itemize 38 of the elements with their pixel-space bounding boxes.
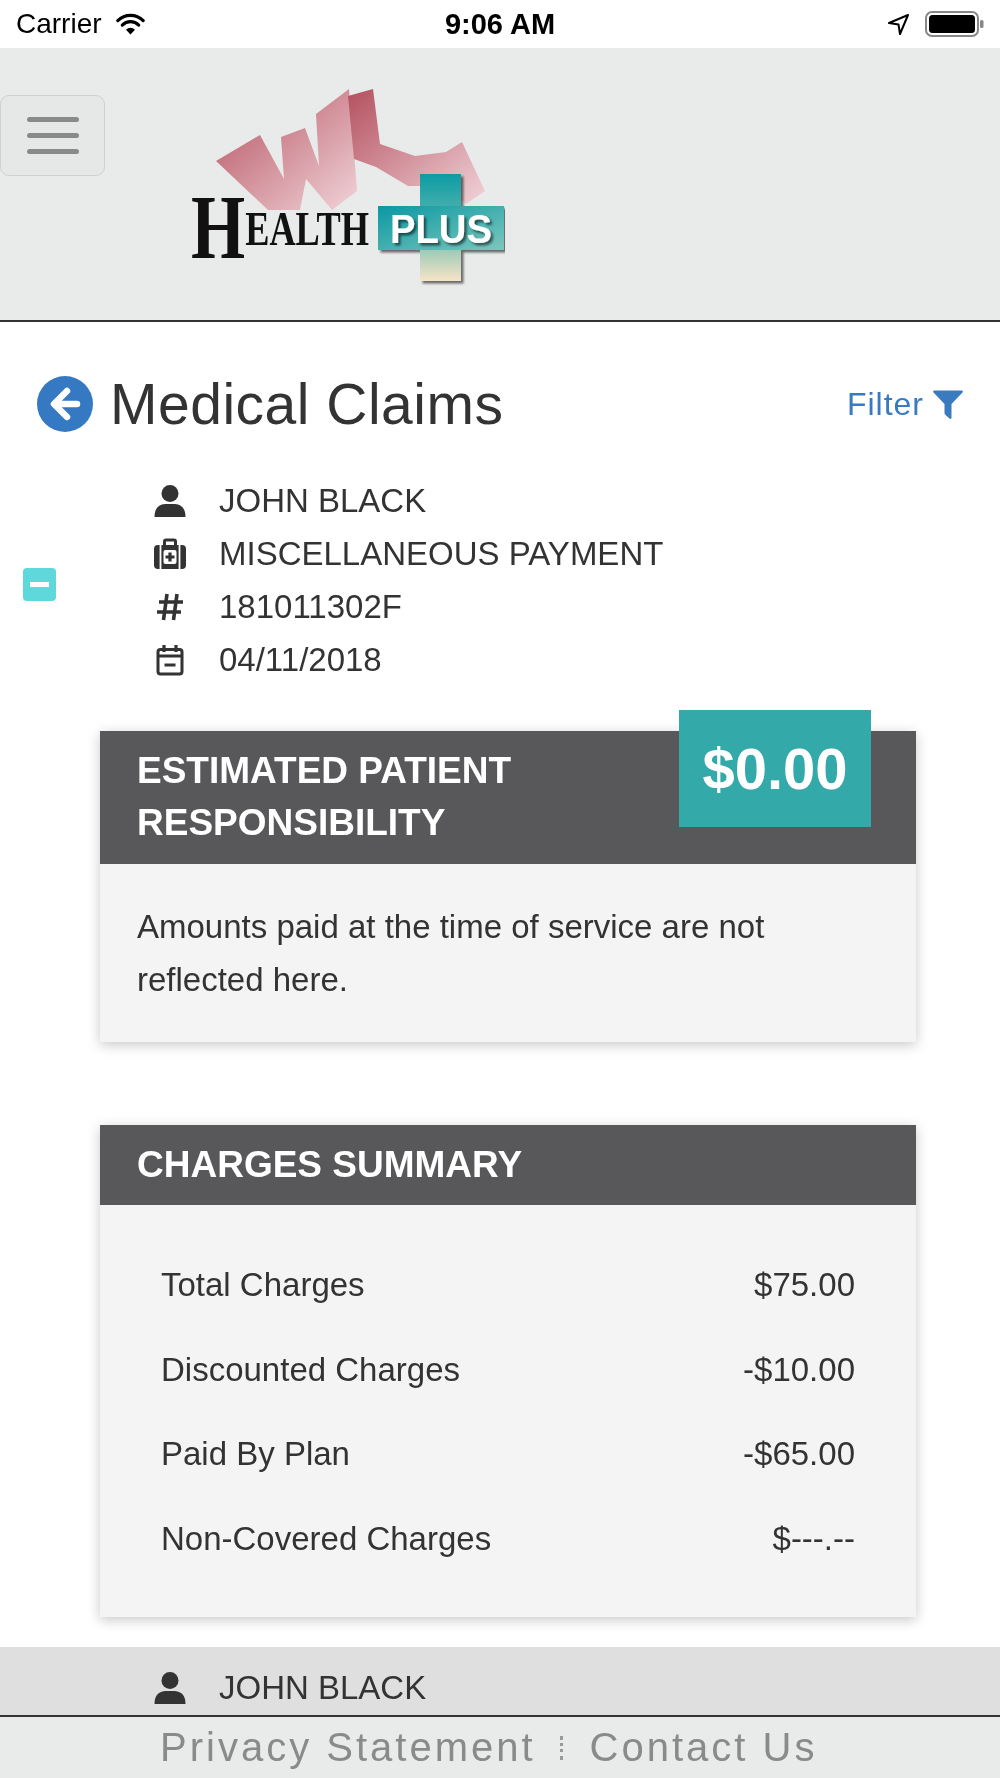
footer-link[interactable]: Privacy Statement xyxy=(160,1725,536,1770)
menu-icon xyxy=(26,117,79,154)
charge-label: Discounted Charges xyxy=(161,1350,460,1389)
filter-link[interactable]: Filter xyxy=(846,385,964,423)
calendar-icon xyxy=(156,644,184,676)
funnel-icon xyxy=(932,388,964,420)
charge-label: Paid By Plan xyxy=(161,1435,350,1474)
charge-label: Non-Covered Charges xyxy=(161,1519,492,1558)
charge-amount: -$65.00 xyxy=(743,1435,855,1474)
charge-label: Total Charges xyxy=(161,1266,365,1305)
hash-icon xyxy=(155,592,185,622)
footer-link[interactable]: Contact Us xyxy=(589,1725,818,1770)
logo-cross-text: PLUS xyxy=(390,207,497,251)
person-icon xyxy=(153,484,187,518)
carrier-name: Carrier xyxy=(16,8,102,40)
card-title: CHARGES SUMMARY xyxy=(137,1143,524,1187)
claim-row[interactable]: JOHN BLACK xyxy=(0,1647,1000,1715)
patient-amount: $0.00 xyxy=(679,710,871,827)
person-icon xyxy=(153,1670,187,1705)
card-note: Amounts paid at the time of service are not reflected here. xyxy=(137,907,766,1000)
charge-amount: -$10.00 xyxy=(743,1350,855,1389)
member-name: JOHN BLACK xyxy=(219,1668,427,1707)
member-name: JOHN BLACK xyxy=(219,482,427,520)
back-icon[interactable] xyxy=(37,376,93,432)
card-title: ESTIMATED PATIENT RESPONSIBILITY xyxy=(137,749,513,845)
charge-amount: $75.00 xyxy=(754,1266,855,1305)
claim-type: MISCELLANEOUS PAYMENT xyxy=(219,535,664,573)
location-arrow-icon xyxy=(887,12,910,36)
charge-amount: $---.-- xyxy=(772,1519,855,1558)
page-title: Medical Claims xyxy=(110,375,504,433)
claim-number: 181011302F xyxy=(219,588,402,626)
minus-icon[interactable] xyxy=(23,568,56,601)
medical-bag-icon xyxy=(153,538,187,570)
claim-date: 04/11/2018 xyxy=(219,641,382,679)
clock-time: 9:06 AM xyxy=(444,7,556,41)
wifi-icon xyxy=(115,13,145,35)
menu-button[interactable] xyxy=(0,95,105,176)
battery-icon xyxy=(925,11,984,37)
